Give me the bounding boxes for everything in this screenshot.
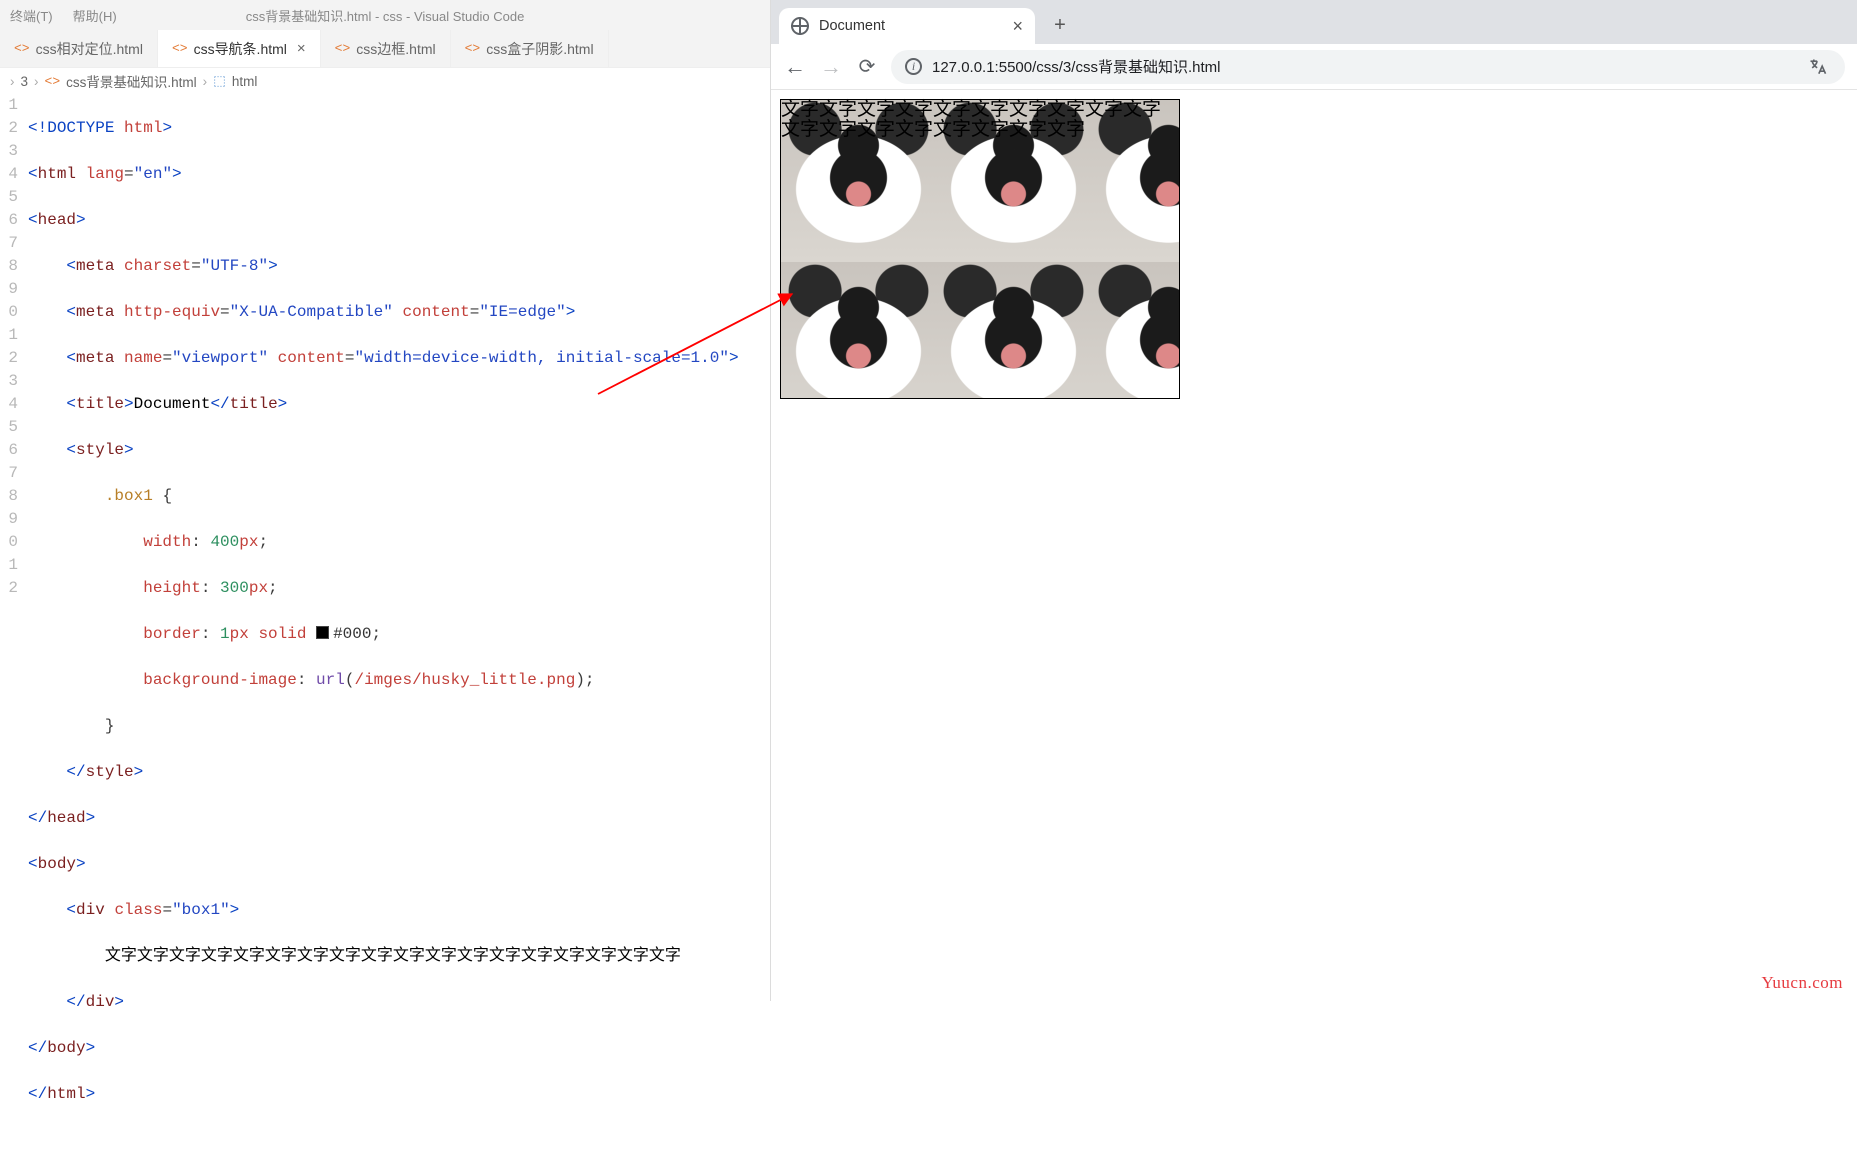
browser-viewport: 文字文字文字文字文字文字文字文字文字文字文字文字文字文字文字文字文字文字 xyxy=(771,90,1857,1001)
chevron-right-icon: › xyxy=(10,74,15,89)
code-area[interactable]: <!DOCTYPE html> <html lang="en"> <head> … xyxy=(28,94,770,1001)
browser-toolbar: ← → ⟳ i 127.0.0.1:5500/css/3/css背景基础知识.h… xyxy=(771,44,1857,90)
menu-bar: 终端(T) 帮助(H) xyxy=(0,0,770,30)
html-file-icon: <> xyxy=(172,41,188,56)
symbol-icon: ⬚ xyxy=(213,73,226,89)
chevron-right-icon: › xyxy=(203,74,208,89)
color-swatch-icon xyxy=(316,626,329,639)
close-icon[interactable]: × xyxy=(293,40,306,57)
html-file-icon: <> xyxy=(335,41,351,56)
line-gutter: 123 456 789 012 345 678 901 2 xyxy=(0,94,28,1001)
browser-tab[interactable]: Document × xyxy=(779,8,1035,44)
forward-button[interactable]: → xyxy=(819,54,843,80)
tab-box-shadow[interactable]: <> css盒子阴影.html xyxy=(451,30,609,67)
browser-tabstrip: Document × + xyxy=(771,0,1857,44)
html-file-icon: <> xyxy=(45,74,61,89)
close-icon[interactable]: × xyxy=(1012,16,1023,37)
tab-relative-position[interactable]: <> css相对定位.html xyxy=(0,30,158,67)
new-tab-button[interactable]: + xyxy=(1045,10,1075,40)
editor-tabs: <> css相对定位.html <> css导航条.html × <> css边… xyxy=(0,30,770,68)
breadcrumb-symbol[interactable]: html xyxy=(232,74,258,89)
tab-title: Document xyxy=(819,18,885,34)
info-icon[interactable]: i xyxy=(905,58,922,75)
code-editor[interactable]: 123 456 789 012 345 678 901 2 <!DOCTYPE … xyxy=(0,94,770,1001)
breadcrumb-file[interactable]: css背景基础知识.html xyxy=(66,71,197,91)
globe-icon xyxy=(791,17,809,35)
tab-navbar[interactable]: <> css导航条.html × xyxy=(158,30,321,67)
back-button[interactable]: ← xyxy=(783,54,807,80)
watermark: Yuucn.com xyxy=(1762,973,1843,993)
menu-terminal[interactable]: 终端(T) xyxy=(0,6,63,25)
url-text: 127.0.0.1:5500/css/3/css背景基础知识.html xyxy=(932,56,1220,77)
tab-label: css边框.html xyxy=(356,39,435,59)
tab-border[interactable]: <> css边框.html xyxy=(321,30,451,67)
menu-help[interactable]: 帮助(H) xyxy=(63,6,127,25)
tab-label: css盒子阴影.html xyxy=(486,39,593,59)
tab-label: css导航条.html xyxy=(194,39,287,59)
demo-text: 文字文字文字文字文字文字文字文字文字文字文字文字文字文字文字文字文字文字 xyxy=(781,99,1161,140)
chevron-right-icon: › xyxy=(34,74,39,89)
vscode-window: 终端(T) 帮助(H) css背景基础知识.html - css - Visua… xyxy=(0,0,770,1001)
chrome-window: Document × + ← → ⟳ i 127.0.0.1:5500/css/… xyxy=(770,0,1857,1001)
html-file-icon: <> xyxy=(14,41,30,56)
translate-icon[interactable] xyxy=(1805,54,1831,80)
html-file-icon: <> xyxy=(465,41,481,56)
demo-box: 文字文字文字文字文字文字文字文字文字文字文字文字文字文字文字文字文字文字 xyxy=(780,99,1180,399)
reload-button[interactable]: ⟳ xyxy=(855,54,879,79)
address-bar[interactable]: i 127.0.0.1:5500/css/3/css背景基础知识.html xyxy=(891,50,1845,84)
breadcrumb: › 3 › <> css背景基础知识.html › ⬚ html xyxy=(0,68,770,94)
breadcrumb-folder[interactable]: 3 xyxy=(21,74,29,89)
tab-label: css相对定位.html xyxy=(36,39,143,59)
